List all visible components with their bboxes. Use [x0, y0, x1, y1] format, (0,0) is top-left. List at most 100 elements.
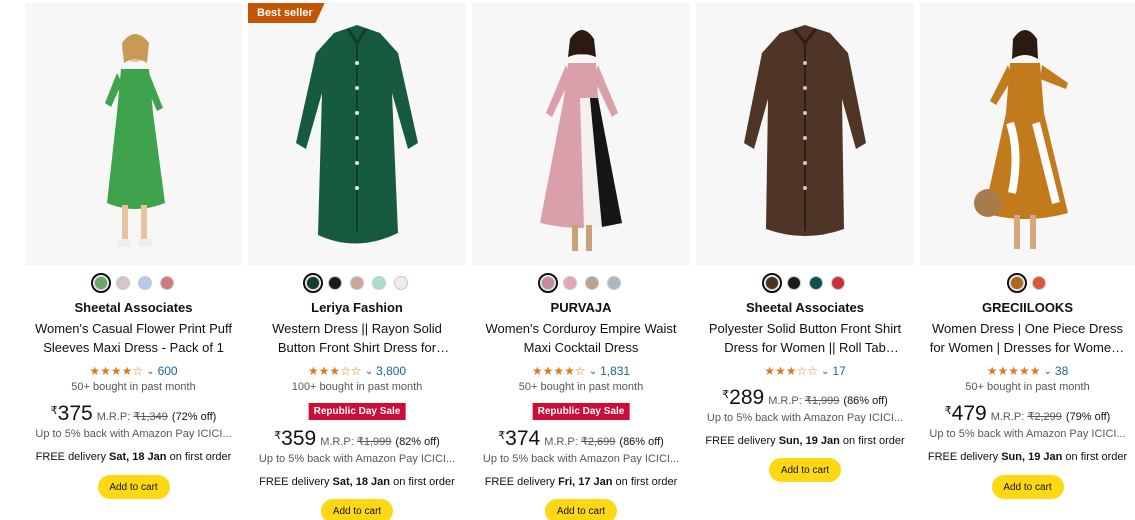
- rating-row[interactable]: ★★★★☆ ⌄ 600: [25, 364, 242, 378]
- brand-name: Leriya Fashion: [311, 300, 403, 315]
- cashback-offer: Up to 5% back with Amazon Pay ICICI...: [482, 453, 680, 465]
- mrp: M.R.P: ₹1,999: [768, 395, 840, 407]
- rating-row[interactable]: ★★★★☆ ⌄ 1,831: [472, 364, 690, 378]
- price-row: ₹359 M.R.P: ₹1,999 (82% off): [248, 427, 466, 451]
- color-swatch[interactable]: [350, 276, 364, 290]
- dress-illustration: [296, 25, 418, 244]
- mrp: M.R.P: ₹2,699: [544, 436, 616, 448]
- add-to-cart-button[interactable]: Add to cart: [97, 475, 170, 499]
- product-card[interactable]: GRECIILOOKS Women Dress | One Piece Dres…: [920, 3, 1135, 520]
- chevron-down-icon[interactable]: ⌄: [365, 366, 373, 377]
- color-swatch[interactable]: [762, 273, 782, 293]
- bought-count: 50+ bought in past month: [71, 381, 196, 393]
- color-swatch[interactable]: [809, 276, 823, 290]
- color-swatch[interactable]: [831, 276, 845, 290]
- product-image[interactable]: [920, 3, 1135, 265]
- rating-row[interactable]: ★★★☆☆ ⌄ 17: [696, 364, 914, 378]
- star-rating-icon: ★★★★☆: [531, 364, 586, 378]
- product-grid: Sheetal Associates Women's Casual Flower…: [0, 0, 1135, 520]
- deal-badge: Republic Day Sale: [308, 403, 406, 420]
- product-image[interactable]: [472, 3, 690, 265]
- rating-row[interactable]: ★★★☆☆ ⌄ 3,800: [248, 364, 466, 378]
- color-swatch[interactable]: [303, 273, 323, 293]
- product-title[interactable]: Women's Corduroy Empire Waist Maxi Cockt…: [480, 319, 682, 357]
- rating-row[interactable]: ★★★★★ ⌄ 38: [920, 364, 1135, 378]
- color-swatch[interactable]: [328, 276, 342, 290]
- product-title[interactable]: Western Dress || Rayon Solid Button Fron…: [256, 319, 458, 357]
- brand-name: GRECIILOOKS: [981, 300, 1073, 315]
- cashback-offer: Up to 5% back with Amazon Pay ICICI...: [258, 453, 456, 465]
- price: ₹374: [498, 427, 541, 450]
- chevron-down-icon[interactable]: ⌄: [1044, 366, 1052, 377]
- color-swatch[interactable]: [787, 276, 801, 290]
- brand-name: Sheetal Associates: [745, 300, 865, 315]
- star-rating-icon: ★★★☆☆: [307, 364, 362, 378]
- product-card[interactable]: Best seller Leriya Fashion Western Dress…: [248, 3, 466, 520]
- product-title[interactable]: Polyester Solid Button Front Shirt Dress…: [704, 319, 906, 357]
- color-swatch[interactable]: [538, 273, 558, 293]
- product-card[interactable]: Sheetal Associates Women's Casual Flower…: [25, 3, 242, 520]
- discount: (86% off): [843, 395, 888, 407]
- discount: (72% off): [171, 411, 217, 423]
- price: ₹375: [50, 402, 93, 425]
- mrp: M.R.P: ₹1,999: [320, 436, 392, 448]
- dress-illustration: [744, 25, 866, 236]
- product-image[interactable]: [25, 3, 242, 265]
- chevron-down-icon[interactable]: ⌄: [589, 366, 597, 377]
- color-swatch[interactable]: [394, 276, 408, 290]
- chevron-down-icon[interactable]: ⌄: [146, 366, 154, 377]
- dress-illustration: [974, 30, 1068, 249]
- color-swatch[interactable]: [159, 276, 174, 290]
- bought-count: 50+ bought in past month: [518, 381, 644, 393]
- rating-count[interactable]: 1,831: [600, 364, 630, 378]
- color-swatches: [472, 273, 690, 293]
- product-title[interactable]: Women's Casual Flower Print Puff Sleeves…: [33, 319, 234, 357]
- rating-count[interactable]: 38: [1055, 364, 1068, 378]
- star-rating-icon: ★★★☆☆: [764, 364, 819, 378]
- color-swatch[interactable]: [1006, 273, 1027, 293]
- add-to-cart-button[interactable]: Add to cart: [321, 499, 393, 520]
- product-card[interactable]: Sheetal Associates Polyester Solid Butto…: [696, 3, 914, 520]
- delivery-info: FREE delivery Sun, 19 Jan on first order: [927, 451, 1128, 463]
- price-row: ₹479 M.R.P: ₹2,299 (79% off): [920, 402, 1135, 426]
- cashback-offer: Up to 5% back with Amazon Pay ICICI...: [929, 428, 1126, 440]
- discount: (82% off): [395, 436, 440, 448]
- discount: (79% off): [1065, 411, 1111, 423]
- best-seller-badge: Best seller: [248, 3, 325, 23]
- color-swatch[interactable]: [115, 276, 130, 290]
- delivery-info: FREE delivery Sun, 19 Jan on first order: [705, 435, 905, 447]
- dress-illustration: [540, 30, 622, 251]
- product-image[interactable]: Best seller: [248, 3, 466, 265]
- mrp: M.R.P: ₹2,299: [990, 411, 1062, 423]
- bought-count: 100+ bought in past month: [291, 381, 423, 393]
- add-to-cart-button[interactable]: Add to cart: [991, 475, 1064, 499]
- product-card[interactable]: PURVAJA Women's Corduroy Empire Waist Ma…: [472, 3, 690, 520]
- bought-count: 50+ bought in past month: [965, 381, 1090, 393]
- add-to-cart-button[interactable]: Add to cart: [545, 499, 617, 520]
- color-swatches: [25, 273, 242, 293]
- price: ₹289: [722, 386, 765, 409]
- product-image[interactable]: [696, 3, 914, 265]
- color-swatches: [696, 273, 914, 293]
- color-swatch[interactable]: [563, 276, 577, 290]
- rating-count[interactable]: 17: [832, 364, 845, 378]
- delivery-info: FREE delivery Sat, 18 Jan on first order: [35, 451, 232, 463]
- price-row: ₹375 M.R.P: ₹1,349 (72% off): [25, 402, 242, 426]
- color-swatch[interactable]: [585, 276, 599, 290]
- product-title[interactable]: Women Dress | One Piece Dress for Women …: [928, 319, 1127, 357]
- brand-name: Sheetal Associates: [74, 300, 193, 315]
- color-swatch[interactable]: [90, 273, 111, 293]
- rating-count[interactable]: 600: [158, 364, 178, 378]
- delivery-info: FREE delivery Fri, 17 Jan on first order: [484, 476, 678, 488]
- color-swatch[interactable]: [607, 276, 621, 290]
- discount: (86% off): [619, 436, 664, 448]
- chevron-down-icon[interactable]: ⌄: [821, 366, 829, 377]
- color-swatch[interactable]: [372, 276, 386, 290]
- add-to-cart-button[interactable]: Add to cart: [769, 458, 841, 482]
- dress-illustration: [105, 34, 165, 247]
- price-row: ₹374 M.R.P: ₹2,699 (86% off): [472, 427, 690, 451]
- price: ₹479: [944, 402, 987, 425]
- rating-count[interactable]: 3,800: [376, 364, 406, 378]
- color-swatch[interactable]: [137, 276, 152, 290]
- color-swatch[interactable]: [1031, 276, 1046, 290]
